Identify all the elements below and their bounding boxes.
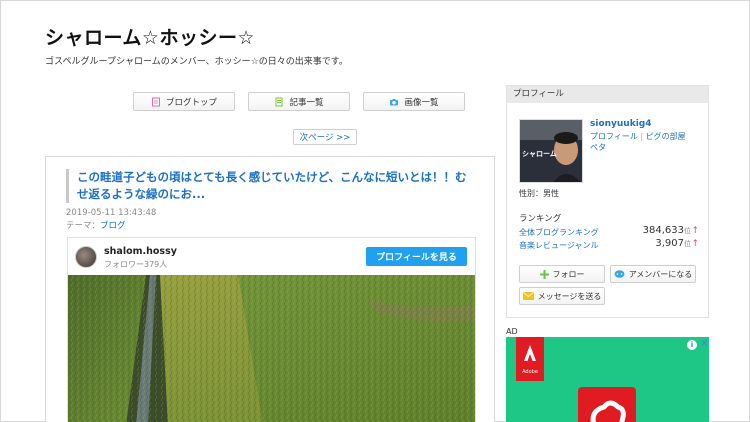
profile-links: プロフィール | ピグの部屋 ペタ [590,131,700,153]
rank-up-icon: ↑ [691,226,699,236]
ad-label: AD [506,327,518,336]
follow-button[interactable]: フォロー [519,265,605,283]
ranking-title: ランキング [519,214,562,224]
send-message-label: メッセージを送る [537,291,602,301]
image-list-label: 画像一覧 [404,97,439,108]
amember-label: アメンバーになる [628,269,693,279]
ad-banner[interactable]: Adobe i ✕ [506,337,709,422]
camera-icon [390,98,399,105]
send-message-button[interactable]: メッセージを送る [519,287,605,305]
peta-link[interactable]: ペタ [590,143,606,152]
view-profile-button[interactable]: プロフィールを見る [366,247,467,266]
article-list-button[interactable]: 記事一覧 [248,92,350,111]
adobe-a-icon [524,345,536,361]
article-card: この畦道子どもの頃はとても長く感じていたけど、こんなに短いとは！！むせ返るような… [45,156,495,422]
profile-heading: プロフィール [507,86,708,103]
next-page-button[interactable]: 次ページ >> [293,129,357,145]
ranking-label[interactable]: 音楽レビュージャンル [519,241,598,250]
profile-photo[interactable]: シャローム [519,119,583,183]
image-list-button[interactable]: 画像一覧 [363,92,465,111]
theme-link[interactable]: ブログ [100,221,126,231]
blog-top-label: ブログトップ [165,97,217,108]
instagram-followers: フォロワー379人 [104,260,168,269]
blog-nav: ブログトップ 記事一覧 画像一覧 [133,92,465,111]
blog-top-button[interactable]: ブログトップ [133,92,235,111]
plus-icon [539,269,549,279]
article-title[interactable]: この畦道子どもの頃はとても長く感じていたけど、こんなに短いとは！！むせ返るような… [66,169,471,203]
ranking-value: 384,633位 [642,225,691,236]
adobe-logo: Adobe [516,337,544,381]
ranking-row-overall: 全体ブログランキング 384,633位 ↑ [519,225,699,238]
article-list-label: 記事一覧 [289,97,324,108]
document-icon [275,97,283,106]
instagram-avatar[interactable] [75,246,97,268]
instagram-embed: shalom.hossy フォロワー379人 プロフィールを見る [67,237,476,422]
article-date: 2019-05-11 13:43:48 [66,208,157,218]
follow-label: フォロー [552,269,585,279]
instagram-photo[interactable] [68,275,476,422]
ranking-value: 3,907位 [655,238,691,249]
creative-cloud-logo [578,387,636,422]
photo-caption: シャローム [522,150,557,158]
profile-photo-image: シャローム [520,120,582,182]
ranking-row-genre: 音楽レビュージャンル 3,907位 ↑ [519,238,699,251]
profile-gender: 性別：男性 [519,189,559,198]
chat-icon [614,269,625,278]
theme-label: テーマ： [66,221,101,231]
profile-username[interactable]: sionyuukig4 [590,119,652,129]
creative-cloud-icon [590,400,626,422]
ad-info-icon[interactable]: i [687,340,697,350]
blog-title[interactable]: シャローム☆ホッシー☆ [45,23,255,50]
pigg-room-link[interactable]: ピグの部屋 [646,132,686,141]
ranking-label[interactable]: 全体ブログランキング [519,228,599,237]
profile-sidebar: プロフィール シャローム sionyuukig4 プロフィール | ピグの部屋 … [506,85,709,318]
home-icon [151,97,160,106]
profile-link[interactable]: プロフィール [590,132,638,141]
instagram-username[interactable]: shalom.hossy [104,246,177,257]
adobe-logo-text: Adobe [522,369,538,375]
rank-up-icon: ↑ [691,239,699,249]
blog-description: ゴスペルグループシャロームのメンバー、ホッシー☆の日々の出来事です。 [45,57,348,67]
article-theme: テーマ：ブログ [66,219,126,231]
ad-close-icon[interactable]: ✕ [700,339,708,349]
link-separator: | [637,132,646,141]
envelope-icon [522,292,534,300]
amember-button[interactable]: アメンバーになる [610,265,696,283]
